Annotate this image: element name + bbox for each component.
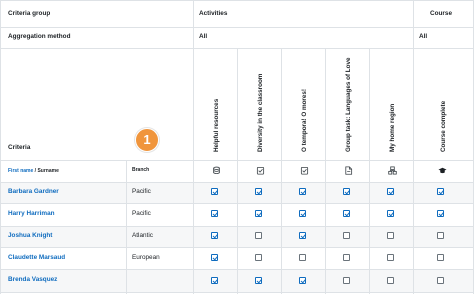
user-link-brenda-vasquez[interactable]: Brenda Vasquez — [8, 276, 57, 283]
aggregation-method-label: Aggregation method — [8, 33, 71, 40]
completion-checkbox[interactable] — [255, 277, 262, 284]
column-header-helpful-resources[interactable]: Helpful resources — [213, 99, 220, 152]
completion-checkbox[interactable] — [211, 210, 218, 217]
user-link-joshua-knight[interactable]: Joshua Knight — [8, 232, 52, 239]
column-header-group-task[interactable]: Group task: Languages of Love — [345, 58, 352, 152]
completion-checkbox[interactable] — [255, 232, 262, 239]
column-header-course-complete: Course complete — [440, 100, 447, 152]
branch-value: Pacific — [132, 210, 151, 217]
completion-checkbox[interactable] — [299, 277, 306, 284]
graduation-cap-icon — [438, 167, 447, 174]
surname-sort-link[interactable]: Surname — [37, 168, 58, 174]
user-link-claudette-marsaud[interactable]: Claudette Marsaud — [8, 254, 65, 261]
completion-checkbox[interactable] — [343, 188, 350, 195]
completion-checkbox[interactable] — [387, 277, 394, 284]
completion-checkbox[interactable] — [299, 232, 306, 239]
branch-value: European — [132, 254, 160, 261]
completion-checkbox[interactable] — [343, 232, 350, 239]
aggregation-course-value: All — [419, 33, 428, 40]
completion-report-table: Criteria group Activities Course Aggrega… — [0, 0, 474, 294]
user-link-barbara-gardner[interactable]: Barbara Gardner — [8, 188, 59, 195]
file-icon — [345, 166, 353, 175]
first-name-sort-link[interactable]: First name — [8, 168, 33, 174]
activities-label: Activities — [199, 10, 228, 17]
completion-checkbox[interactable] — [299, 254, 306, 261]
resource-icon — [213, 166, 220, 175]
completion-checkbox[interactable] — [211, 232, 218, 239]
completion-checkbox[interactable] — [343, 210, 350, 217]
criteria-group-label: Criteria group — [8, 10, 51, 17]
assignment-icon — [256, 166, 265, 175]
user-link-harry-harriman[interactable]: Harry Harriman — [8, 210, 55, 217]
completion-checkbox[interactable] — [255, 210, 262, 217]
completion-checkbox[interactable] — [255, 188, 262, 195]
completion-checkbox — [437, 232, 444, 239]
completion-checkbox[interactable] — [299, 188, 306, 195]
completion-checkbox[interactable] — [343, 277, 350, 284]
completion-checkbox[interactable] — [211, 277, 218, 284]
branch-value: Atlantic — [132, 232, 153, 239]
branch-header: Branch — [132, 167, 150, 173]
course-label: Course — [430, 10, 453, 17]
completion-checkbox — [437, 254, 444, 261]
completion-checkbox[interactable] — [387, 188, 394, 195]
completion-checkbox — [437, 277, 444, 284]
criteria-label: Criteria — [8, 144, 31, 151]
completion-checkbox — [437, 210, 444, 217]
completion-checkbox[interactable] — [299, 210, 306, 217]
name-sort-header: First name / Surname — [8, 168, 59, 174]
column-header-diversity[interactable]: Diversity in the classroom — [257, 74, 264, 152]
completion-checkbox[interactable] — [343, 254, 350, 261]
callout-badge: 1 — [135, 128, 159, 152]
completion-checkbox[interactable] — [387, 210, 394, 217]
completion-checkbox[interactable] — [211, 188, 218, 195]
completion-checkbox[interactable] — [255, 254, 262, 261]
branch-value: Pacific — [132, 188, 151, 195]
completion-checkbox — [437, 188, 444, 195]
column-header-my-home-region[interactable]: My home region — [389, 104, 396, 152]
column-header-o-tempora[interactable]: O tempora! O mores! — [301, 89, 308, 152]
completion-checkbox[interactable] — [387, 232, 394, 239]
group-icon — [388, 166, 397, 175]
completion-checkbox[interactable] — [211, 254, 218, 261]
completion-checkbox[interactable] — [387, 254, 394, 261]
aggregation-activities-value: All — [199, 33, 208, 40]
assignment-icon — [300, 166, 309, 175]
